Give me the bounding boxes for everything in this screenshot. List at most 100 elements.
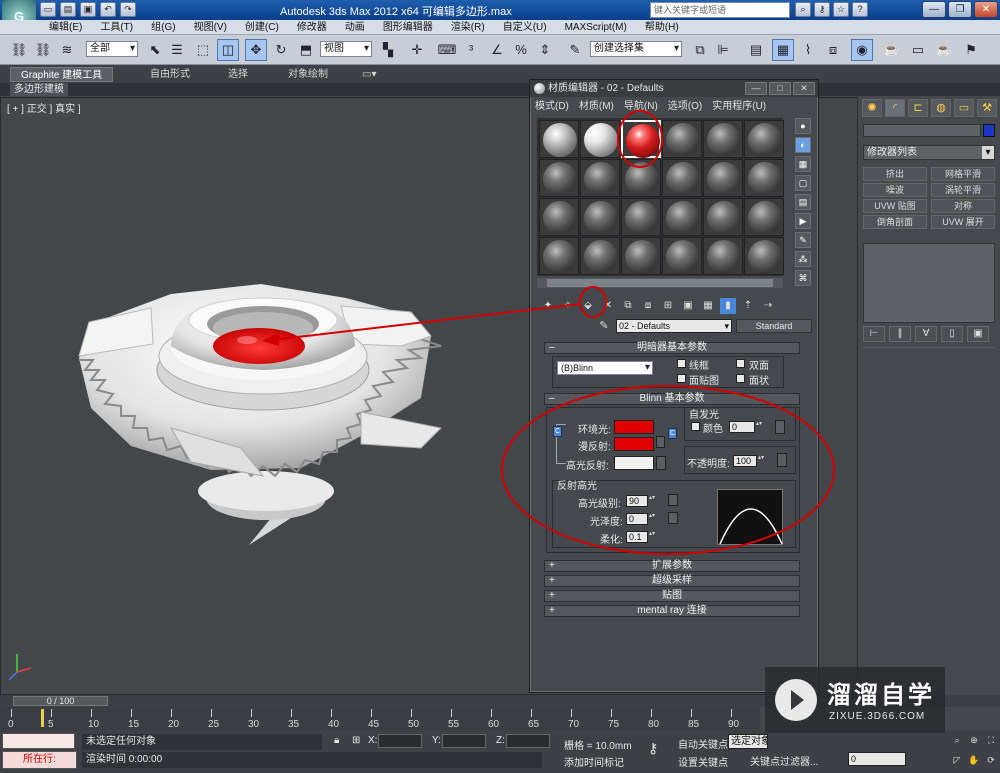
pivot-center-icon[interactable]: ▚	[377, 39, 399, 61]
pin-stack-icon[interactable]: ⊢	[863, 326, 885, 342]
menu-options[interactable]: 选项(O)	[663, 99, 707, 114]
select-by-material-icon[interactable]: ⁂	[795, 251, 811, 267]
wire-checkbox[interactable]	[677, 359, 686, 368]
render-setup-icon[interactable]: ☕	[881, 39, 903, 61]
material-slot[interactable]	[621, 198, 661, 236]
auto-key-button[interactable]: 自动关键点	[678, 736, 728, 751]
current-frame-field[interactable]: 0	[848, 752, 906, 766]
menu-utilities[interactable]: 实用程序(U)	[707, 99, 771, 114]
set-key-button[interactable]: 设置关键点	[678, 754, 728, 769]
reference-coord-dropdown[interactable]: 视图	[320, 41, 372, 57]
motion-tab-icon[interactable]: ◍	[931, 99, 951, 117]
display-tab-icon[interactable]: ▭	[954, 99, 974, 117]
opacity-map-button[interactable]	[777, 453, 787, 467]
self-illum-color-checkbox[interactable]	[691, 422, 700, 431]
faceted-checkbox[interactable]	[736, 374, 745, 383]
material-slot[interactable]	[539, 198, 579, 236]
layer-manager-icon[interactable]: ▤	[745, 39, 767, 61]
pan-icon[interactable]: ✋	[967, 754, 981, 767]
diffuse-color-swatch[interactable]	[614, 437, 654, 451]
modify-tab-icon[interactable]: ◜	[885, 99, 905, 117]
menu-item[interactable]: 渲染(R)	[442, 21, 494, 34]
tab-freeform[interactable]: 自由形式	[150, 67, 190, 82]
new-icon[interactable]: ▭	[40, 2, 56, 17]
dialog-minimize-button[interactable]: —	[745, 82, 767, 95]
search-input[interactable]: 键入关键字或短语	[650, 2, 790, 18]
set-key-icon[interactable]: ⚷	[648, 740, 658, 757]
material-slot[interactable]	[580, 120, 620, 158]
material-slot[interactable]	[744, 159, 784, 197]
assign-material-icon[interactable]: ⬙	[580, 298, 596, 314]
material-editor-titlebar[interactable]: 材质编辑器 - 02 - Defaults — □ ✕	[530, 80, 818, 97]
mirror-icon[interactable]: ⧉	[689, 39, 711, 61]
ribbon-options-icon[interactable]: ▭▾	[362, 67, 376, 82]
maps-rollout[interactable]: + 贴图	[544, 590, 800, 602]
modifier-stack[interactable]	[863, 243, 995, 323]
menu-item[interactable]: 帮助(H)	[636, 21, 688, 34]
align-icon[interactable]: ⊫	[712, 39, 734, 61]
lock-selection-icon[interactable]: 🔒︎	[334, 735, 339, 746]
window-crossing-icon[interactable]: ◫	[217, 39, 239, 61]
absolute-mode-icon[interactable]: ⊞	[352, 735, 360, 746]
link-icon[interactable]: ⛓	[8, 39, 30, 61]
material-slot[interactable]	[662, 120, 702, 158]
save-icon[interactable]: ▣	[80, 2, 96, 17]
material-slot[interactable]	[703, 198, 743, 236]
sample-type-icon[interactable]: ●	[795, 118, 811, 134]
star-icon[interactable]: ☆	[833, 2, 849, 17]
spinning-top-model[interactable]	[78, 284, 443, 545]
material-slot[interactable]	[744, 198, 784, 236]
video-color-check-icon[interactable]: ▤	[795, 194, 811, 210]
undo-icon[interactable]: ↶	[100, 2, 116, 17]
maxscript-mini-field[interactable]: 所在行:	[2, 751, 77, 769]
show-map-icon[interactable]: ▦	[700, 298, 716, 314]
menu-item[interactable]: 自定义(U)	[494, 21, 556, 34]
menu-item[interactable]: MAXScript(M)	[556, 21, 636, 34]
material-type-button[interactable]: Standard	[736, 319, 812, 333]
diffuse-map-button[interactable]	[656, 436, 665, 448]
extended-params-rollout[interactable]: + 扩展参数	[544, 560, 800, 572]
menu-item[interactable]: 图形编辑器	[374, 21, 442, 34]
gloss-map-button[interactable]	[668, 512, 678, 524]
modifier-meshsmooth-button[interactable]: 网格平滑	[931, 167, 995, 181]
open-icon[interactable]: ▤	[60, 2, 76, 17]
show-end-result-icon[interactable]: ∥	[889, 326, 911, 342]
menu-item[interactable]: 创建(C)	[236, 21, 288, 34]
scroll-thumb[interactable]	[547, 279, 773, 287]
blinn-basic-rollout[interactable]: – Blinn 基本参数	[544, 393, 800, 405]
material-slot[interactable]	[580, 237, 620, 275]
polygon-modeling-label[interactable]: 多边形建模	[10, 83, 68, 96]
material-slot[interactable]	[539, 120, 579, 158]
make-preview-icon[interactable]: ▶	[795, 213, 811, 229]
ambient-color-swatch[interactable]	[614, 420, 654, 434]
hierarchy-tab-icon[interactable]: ⊏	[908, 99, 928, 117]
material-slot[interactable]	[539, 237, 579, 275]
schematic-view-icon[interactable]: ⧈	[822, 39, 844, 61]
x-coordinate-field[interactable]	[378, 734, 422, 748]
shader-dropdown[interactable]: (B)Blinn	[557, 361, 653, 375]
y-coordinate-field[interactable]	[442, 734, 486, 748]
material-slot[interactable]	[662, 198, 702, 236]
shader-basic-rollout[interactable]: – 明暗器基本参数	[544, 342, 800, 354]
material-slot[interactable]	[662, 237, 702, 275]
put-to-scene-icon[interactable]: ✧	[560, 298, 576, 314]
modifier-unwrap-uvw-button[interactable]: UVW 展开	[931, 215, 995, 229]
material-slot[interactable]	[580, 198, 620, 236]
get-material-icon[interactable]: ✦	[540, 298, 556, 314]
menu-item[interactable]: 视图(V)	[185, 21, 236, 34]
ambient-diffuse-lock-icon[interactable]: C	[553, 426, 562, 437]
tab-object-paint[interactable]: 对象绘制	[288, 67, 328, 82]
render-iterative-icon[interactable]: ⚑	[960, 39, 982, 61]
two-sided-checkbox[interactable]	[736, 359, 745, 368]
select-by-name-icon[interactable]: ☰	[166, 39, 188, 61]
supersampling-rollout[interactable]: + 超级采样	[544, 575, 800, 587]
face-map-checkbox[interactable]	[677, 374, 686, 383]
material-slot[interactable]	[703, 120, 743, 158]
graphite-toggle-icon[interactable]: ▦	[772, 39, 794, 61]
material-slot[interactable]	[662, 159, 702, 197]
dialog-close-button[interactable]: ✕	[793, 82, 815, 95]
mental-ray-rollout[interactable]: + mental ray 连接	[544, 605, 800, 617]
menu-item[interactable]: 修改器	[288, 21, 336, 34]
menu-item[interactable]: 编辑(E)	[40, 21, 91, 34]
zoom-extents-icon[interactable]: ⛶	[984, 734, 998, 747]
